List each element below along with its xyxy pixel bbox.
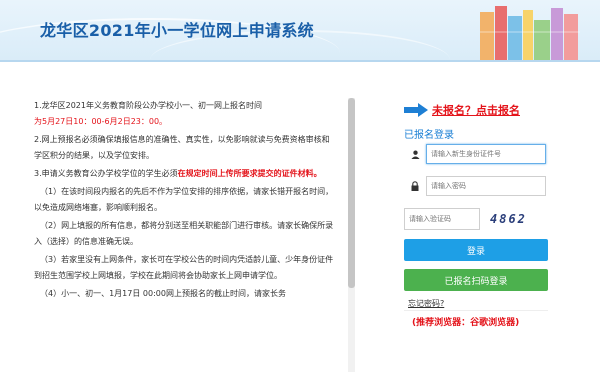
register-link[interactable]: 未报名？点击报名 (432, 102, 520, 118)
notice-item: （3）若家里没有上网条件，家长可在学校公告的时间内凭适龄儿童、少年身份证件到招生… (34, 255, 334, 280)
captcha-image[interactable]: 4862 (490, 208, 546, 230)
books-illustration (480, 6, 580, 62)
notice-item: 1.龙华区2021年义务教育阶段公办学校小一、初一网上报名时间 为5月27日10… (34, 101, 262, 126)
captcha-input[interactable] (404, 208, 480, 230)
login-panel-title: 已报名登录 (404, 130, 454, 141)
arrow-right-icon (404, 103, 428, 117)
notice-item: 2.网上预报名必须确保填报信息的准确性、真实性，以免影响就读与免费资格审核和学区… (34, 135, 330, 160)
captcha-row: 4862 (404, 207, 548, 231)
browser-recommendation: (推荐浏览器：谷歌浏览器) (412, 318, 520, 328)
notice-item: （1）在该时间段内报名的先后不作为学位安排的排序依据，请家长错开报名时间，以免造… (34, 187, 334, 212)
password-input[interactable] (426, 176, 546, 196)
notice-item: 3.申请义务教育公办学校学位的学生必须在规定时间上传所要求提交的证件材料。 (34, 169, 322, 178)
page-title: 龙华区2021年小一学位网上申请系统 (40, 21, 314, 40)
header-banner: 龙华区2021年小一学位网上申请系统 (0, 0, 600, 62)
header-divider (0, 60, 600, 62)
notice-item: （2）网上填报的所有信息，都将分别送至相关职能部门进行审核。请家长确保所录入（选… (34, 221, 334, 246)
notice-item: （4）小一、初一、1月17日 00:00网上预报名的截止时间，请家长务 (40, 289, 286, 298)
user-icon (404, 144, 426, 164)
scan-login-button[interactable]: 已报名扫码登录 (404, 269, 548, 291)
id-number-input[interactable] (426, 144, 546, 164)
login-button[interactable]: 登录 (404, 239, 548, 261)
id-number-field (404, 144, 548, 164)
notice-scrollbar-thumb[interactable] (348, 98, 355, 288)
password-field (404, 176, 548, 196)
notice-panel: 1.龙华区2021年义务教育阶段公办学校小一、初一网上报名时间 为5月27日10… (34, 98, 334, 372)
lock-icon (404, 176, 426, 196)
register-link-row: 未报名？点击报名 (404, 100, 520, 120)
divider (404, 310, 548, 311)
forgot-password-link[interactable]: 忘记密码? (408, 298, 444, 309)
